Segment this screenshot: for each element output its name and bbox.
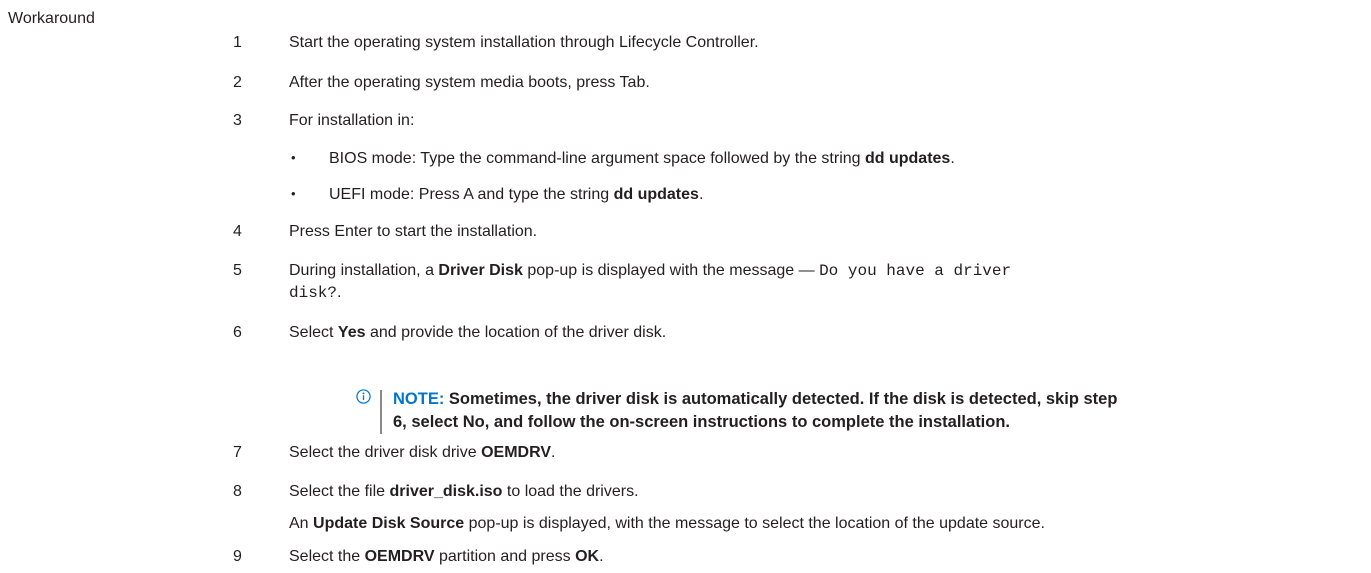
- step-number: 9: [233, 548, 242, 565]
- code-text: disk?: [289, 284, 338, 302]
- step-number: 8: [233, 483, 242, 500]
- note-divider: [380, 390, 382, 434]
- step-number: 3: [233, 112, 242, 129]
- info-icon: [356, 389, 371, 404]
- step-text: After the operating system media boots, …: [289, 74, 650, 91]
- step-number: 6: [233, 324, 242, 341]
- code-text: Do you have a driver: [819, 262, 1012, 280]
- step-text: Press Enter to start the installation.: [289, 223, 538, 240]
- step-number: 4: [233, 223, 242, 240]
- step-text: During installation, a Driver Disk pop-u…: [289, 262, 1012, 280]
- step-text: For installation in:: [289, 112, 415, 129]
- step-number: 5: [233, 262, 242, 279]
- step-number: 7: [233, 444, 242, 461]
- step-number: 1: [233, 34, 242, 51]
- bullet-text: UEFI mode: Press A and type the string d…: [329, 186, 704, 203]
- note-label: NOTE:: [393, 390, 445, 408]
- note-line-1: Sometimes, the driver disk is automatica…: [444, 390, 1118, 408]
- note-line-2: 6, select No, and follow the on-screen i…: [393, 413, 1011, 431]
- step-text: Select the driver disk drive OEMDRV.: [289, 444, 556, 461]
- step-text: Select the file driver_disk.iso to load …: [289, 483, 639, 500]
- step-text: Select Yes and provide the location of t…: [289, 324, 667, 341]
- step-number: 2: [233, 74, 242, 91]
- section-label: Workaround: [8, 10, 95, 27]
- step-text: Start the operating system installation …: [289, 34, 759, 51]
- bullet-text: BIOS mode: Type the command-line argumen…: [329, 150, 955, 167]
- note-box: NOTE: Sometimes, the driver disk is auto…: [393, 388, 1371, 434]
- bullet-marker: •: [291, 150, 296, 165]
- step-text: Select the OEMDRV partition and press OK…: [289, 548, 604, 565]
- bullet-marker: •: [291, 186, 296, 201]
